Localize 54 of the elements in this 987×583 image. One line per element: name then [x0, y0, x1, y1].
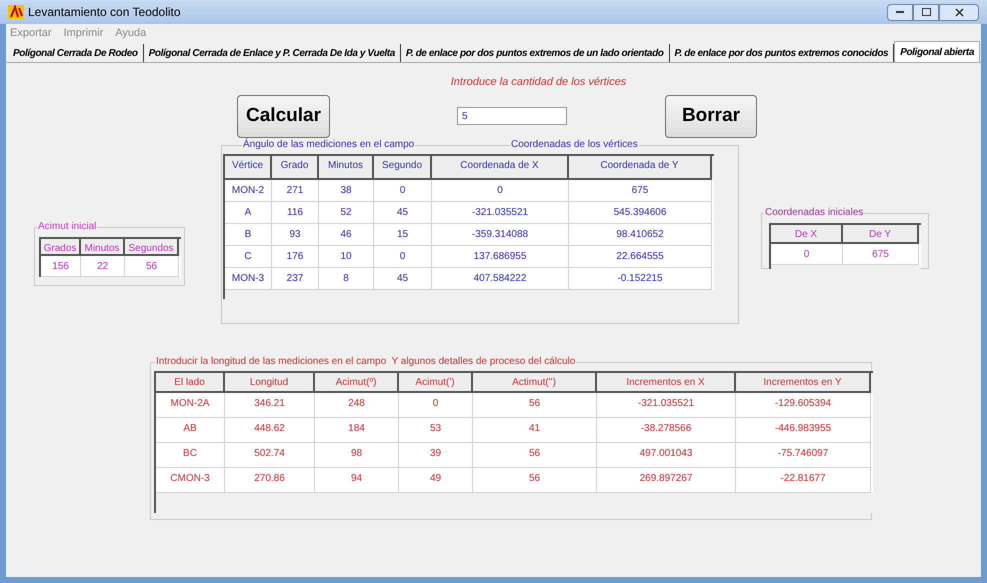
- group-title: Acimut inicial: [37, 220, 98, 232]
- table-cell: 156: [41, 256, 81, 276]
- table-cell: 270.86: [225, 468, 315, 492]
- tab[interactable]: Poligonal abierta: [894, 41, 980, 62]
- table-cell: 49: [399, 468, 473, 492]
- table-cell: 407.584222: [432, 268, 569, 290]
- column-header: Coordenada de X: [432, 156, 569, 180]
- minimize-icon: [896, 10, 904, 14]
- column-header: Grados: [41, 238, 81, 256]
- table-cell: 0: [771, 244, 843, 264]
- column-header: Incrementos en Y: [736, 372, 871, 392]
- group-title: Coordenadas de los vértices: [510, 138, 639, 150]
- column-header: Coordenada de Y: [569, 156, 712, 180]
- column-header: Grado: [272, 156, 319, 180]
- table-cell: 269.897267: [597, 468, 736, 492]
- group-title: Introducir la longitud de las mediciones en el campo Y algunos detalles de proceso del cálculo: [155, 356, 576, 368]
- close-button[interactable]: [939, 4, 979, 20]
- table-cell: 56: [473, 468, 597, 492]
- column-header: De X: [771, 224, 843, 244]
- table-cell: -0.152215: [569, 268, 712, 290]
- column-header: Acimut('): [399, 372, 473, 392]
- table-cell: MON-3: [225, 268, 272, 290]
- column-header: Segundo: [374, 156, 432, 180]
- column-header: De Y: [843, 224, 919, 244]
- table-cell: CMON-3: [156, 468, 225, 492]
- app-icon: [8, 5, 24, 19]
- column-header: Longitud: [225, 372, 315, 392]
- maximize-icon: [922, 8, 930, 16]
- column-header: Acimut(º): [315, 372, 399, 392]
- column-header: Vértice: [225, 156, 272, 180]
- column-header: Minutos: [319, 156, 374, 180]
- group-title: Ángulo de las mediciones en el campo: [242, 138, 416, 150]
- clear-button[interactable]: Borrar: [665, 94, 757, 138]
- minimize-button[interactable]: [887, 4, 913, 20]
- calculate-button[interactable]: Calcular: [237, 94, 330, 138]
- column-header: El lado: [156, 372, 225, 392]
- table-cell: 237: [272, 268, 319, 290]
- window-title: Levantamiento con Teodolito: [28, 4, 181, 21]
- table-cell: -22.81677: [736, 468, 871, 492]
- table-cell: 56: [125, 256, 179, 276]
- group-title: Coordenadas iniciales: [764, 206, 864, 218]
- table-cell: 675: [843, 244, 919, 264]
- column-header: Incrementos en X: [597, 372, 736, 392]
- table-cell: 94: [315, 468, 399, 492]
- table-cell: 8: [319, 268, 374, 290]
- maximize-button[interactable]: [913, 4, 939, 20]
- column-header: Minutos: [81, 238, 125, 256]
- close-icon: [954, 8, 964, 16]
- vertex-count-field[interactable]: 5: [457, 107, 567, 125]
- prompt-label: Introduce la cantidad de los vértices: [450, 75, 626, 90]
- column-header: Segundos: [125, 238, 179, 256]
- column-header: Actimut(''): [473, 372, 597, 392]
- table-cell: 22: [81, 256, 125, 276]
- table-cell: 45: [374, 268, 432, 290]
